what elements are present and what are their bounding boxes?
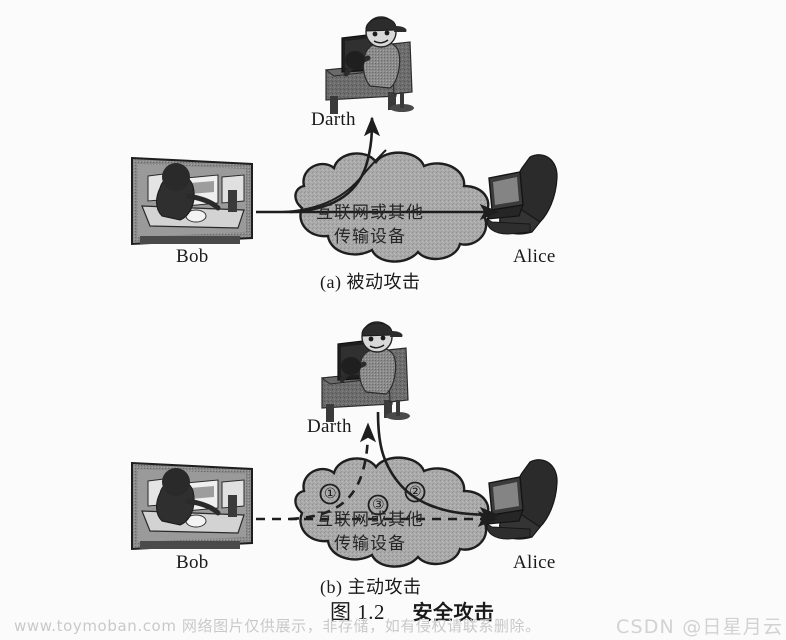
step-marker-2-text: ②: [409, 484, 422, 500]
bob-illustration-b: [131, 461, 253, 551]
label-alice-b: Alice: [513, 552, 556, 573]
darth-illustration-b: [320, 321, 410, 422]
subcaption-panel-b: (b) 主动攻击: [320, 577, 422, 597]
alice-illustration-b: [485, 459, 558, 540]
label-bob-a: Bob: [176, 246, 209, 267]
figure-caption: 图 1.2 安全攻击: [330, 602, 495, 623]
label-alice-a: Alice: [513, 246, 556, 267]
subcaption-panel-a: (a) 被动攻击: [320, 272, 421, 292]
panel-a-passive-attack: [131, 16, 558, 263]
figure-caption-title: 安全攻击: [412, 600, 495, 624]
alice-illustration-a: [485, 154, 558, 235]
step-marker-3-text: ③: [372, 497, 385, 513]
cloud-label-a-line2: 传输设备: [334, 227, 406, 247]
darth-illustration-a: [324, 16, 414, 114]
figure-caption-number: 图 1.2: [330, 600, 385, 624]
figure-page: Darth Bob Alice 互联网或其他 传输设备 (a) 被动攻击 Dar…: [0, 0, 786, 640]
label-bob-b: Bob: [176, 552, 209, 573]
label-darth-b: Darth: [307, 416, 352, 437]
label-darth-a: Darth: [311, 109, 356, 130]
bob-illustration-a: [131, 156, 253, 246]
cloud-label-a-line1: 互联网或其他: [316, 203, 424, 223]
cloud-label-b-line2: 传输设备: [334, 534, 406, 554]
cloud-label-b-line1: 互联网或其他: [316, 510, 424, 530]
step-marker-1-text: ①: [324, 486, 337, 502]
